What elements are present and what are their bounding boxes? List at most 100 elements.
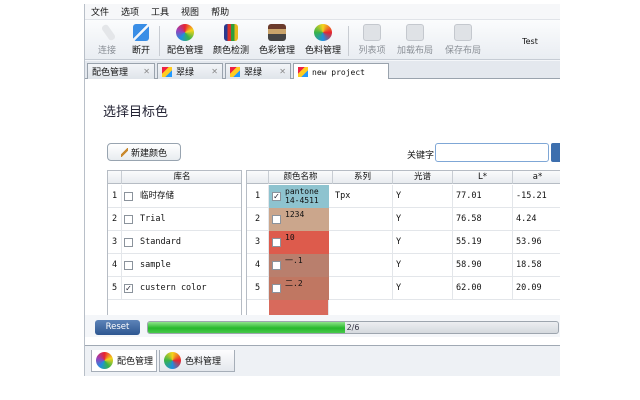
menu-options[interactable]: 选项 bbox=[115, 5, 145, 18]
table-row[interactable]: 5 ✓ custern color bbox=[108, 277, 241, 300]
row-number: 3 bbox=[108, 231, 122, 254]
spectrum-cell: Y bbox=[393, 277, 453, 300]
menu-help[interactable]: 帮助 bbox=[205, 5, 235, 18]
column-header-a-star[interactable]: a* bbox=[513, 171, 560, 184]
row-number: 2 bbox=[108, 208, 122, 231]
row-checkbox[interactable] bbox=[272, 238, 281, 247]
search-button[interactable] bbox=[551, 143, 560, 162]
series-cell bbox=[333, 277, 393, 300]
column-header-series[interactable]: 系列 bbox=[333, 171, 393, 184]
color-name: pantone 14-4511 bbox=[285, 187, 319, 205]
page-title: 选择目标色 bbox=[103, 105, 169, 120]
list-items-button[interactable]: 列表项 bbox=[355, 24, 389, 58]
close-icon[interactable]: ✕ bbox=[279, 67, 286, 76]
connect-icon bbox=[100, 23, 116, 42]
color-name: 10 bbox=[285, 233, 295, 242]
table-row[interactable]: 4 sample bbox=[108, 254, 241, 277]
load-layout-button[interactable]: 加载布局 bbox=[395, 24, 435, 58]
color-detect-icon bbox=[224, 24, 238, 41]
color-matching-button[interactable]: 配色管理 bbox=[165, 24, 205, 58]
row-number: 3 bbox=[247, 231, 269, 254]
table-row[interactable]: 1 ✓ pantone 14-4511 Tpx Y 77.01 -15.21 bbox=[247, 185, 560, 208]
test-button[interactable]: Test bbox=[515, 24, 545, 58]
palette-icon bbox=[162, 66, 172, 77]
disconnect-icon bbox=[133, 24, 149, 41]
save-layout-icon bbox=[454, 24, 472, 41]
table-row[interactable]: 1 临时存储 bbox=[108, 185, 241, 208]
tab-emerald-1[interactable]: 翠绿 ✕ bbox=[157, 63, 223, 79]
color-matching-icon bbox=[96, 352, 113, 369]
toolbar: 连接 断开 配色管理 颜色检测 色彩管理 色料管理 列表项 加载布局 保存布局 … bbox=[85, 20, 560, 60]
toolbar-separator bbox=[348, 26, 349, 56]
tab-new-project[interactable]: new project bbox=[293, 63, 389, 80]
row-number: 4 bbox=[247, 254, 269, 277]
color-name: 1234 bbox=[285, 210, 305, 219]
color-management-button[interactable]: 色彩管理 bbox=[257, 24, 297, 58]
menu-file[interactable]: 文件 bbox=[85, 5, 115, 18]
table-row[interactable]: 5 二.2 Y 62.00 20.09 bbox=[247, 277, 560, 300]
color-management-icon bbox=[268, 24, 286, 41]
document-tab-bar: 配色管理 ✕ 翠绿 ✕ 翠绿 ✕ new project bbox=[85, 61, 560, 80]
column-header-color-name[interactable]: 颜色名称 bbox=[269, 171, 333, 184]
color-name: 一.1 bbox=[285, 256, 303, 265]
row-checkbox[interactable] bbox=[124, 192, 133, 201]
colorant-management-button[interactable]: 色料管理 bbox=[303, 24, 343, 58]
close-icon[interactable]: ✕ bbox=[211, 67, 218, 76]
library-name: custern color bbox=[140, 283, 207, 293]
row-checkbox[interactable] bbox=[124, 238, 133, 247]
row-checkbox[interactable]: ✓ bbox=[272, 192, 281, 201]
row-number: 1 bbox=[247, 185, 269, 208]
table-row[interactable]: 3 10 Y 55.19 53.96 bbox=[247, 231, 560, 254]
reset-button[interactable]: Reset bbox=[95, 320, 140, 335]
new-color-button[interactable]: 新建颜色 bbox=[107, 143, 181, 161]
series-cell: Tpx bbox=[333, 185, 393, 208]
connect-button[interactable]: 连接 bbox=[93, 23, 121, 58]
progress-text: 2/6 bbox=[346, 323, 360, 332]
color-matching-icon bbox=[176, 24, 194, 41]
l-star-cell: 62.00 bbox=[453, 277, 513, 300]
row-checkbox[interactable] bbox=[124, 261, 133, 270]
color-detect-button[interactable]: 颜色检测 bbox=[211, 24, 251, 58]
table-row[interactable]: 4 一.1 Y 58.90 18.58 bbox=[247, 254, 560, 277]
library-name: Standard bbox=[140, 237, 181, 247]
row-number: 2 bbox=[247, 208, 269, 231]
l-star-cell: 58.90 bbox=[453, 254, 513, 277]
row-checkbox[interactable] bbox=[272, 215, 281, 224]
colorant-management-icon bbox=[164, 352, 181, 369]
row-number: 1 bbox=[108, 185, 122, 208]
l-star-cell: 55.19 bbox=[453, 231, 513, 254]
row-checkbox[interactable]: ✓ bbox=[124, 284, 133, 293]
tab-emerald-2[interactable]: 翠绿 ✕ bbox=[225, 63, 291, 79]
series-cell bbox=[333, 254, 393, 277]
column-header-library-name[interactable]: 库名 bbox=[122, 171, 241, 184]
table-row[interactable]: 2 Trial bbox=[108, 208, 241, 231]
toolbar-separator bbox=[159, 26, 160, 56]
column-header-spectrum[interactable]: 光谱 bbox=[393, 171, 453, 184]
palette-icon bbox=[230, 66, 240, 77]
tab-color-matching[interactable]: 配色管理 ✕ bbox=[87, 63, 155, 79]
table-row[interactable]: 2 1234 Y 76.58 4.24 bbox=[247, 208, 560, 231]
row-checkbox[interactable] bbox=[124, 215, 133, 224]
row-checkbox[interactable] bbox=[272, 284, 281, 293]
close-icon[interactable]: ✕ bbox=[143, 67, 150, 76]
disconnect-button[interactable]: 断开 bbox=[127, 24, 155, 58]
library-table: 库名 1 临时存储 2 Trial 3 Standard 4 sample 5 ✓ custern … bbox=[107, 170, 242, 330]
palette-icon bbox=[298, 67, 308, 77]
l-star-cell: 76.58 bbox=[453, 208, 513, 231]
spectrum-cell: Y bbox=[393, 208, 453, 231]
a-star-cell: -15.21 bbox=[516, 191, 547, 201]
bottom-tab-color-matching[interactable]: 配色管理 bbox=[91, 350, 157, 372]
keyword-search-input[interactable] bbox=[435, 143, 549, 162]
menu-tools[interactable]: 工具 bbox=[145, 5, 175, 18]
row-checkbox[interactable] bbox=[272, 261, 281, 270]
save-layout-button[interactable]: 保存布局 bbox=[443, 24, 483, 58]
bottom-status-area: Reset 2/6 bbox=[85, 315, 560, 337]
color-table: 颜色名称 系列 光谱 L* a* 1 ✓ pantone 14-4511 Tpx Y 77… bbox=[246, 170, 560, 330]
list-items-icon bbox=[363, 24, 381, 41]
row-number: 4 bbox=[108, 254, 122, 277]
bottom-tab-colorant-management[interactable]: 色料管理 bbox=[159, 350, 235, 372]
menu-view[interactable]: 视图 bbox=[175, 5, 205, 18]
table-row[interactable]: 3 Standard bbox=[108, 231, 241, 254]
load-layout-icon bbox=[406, 24, 424, 41]
column-header-l-star[interactable]: L* bbox=[453, 171, 513, 184]
